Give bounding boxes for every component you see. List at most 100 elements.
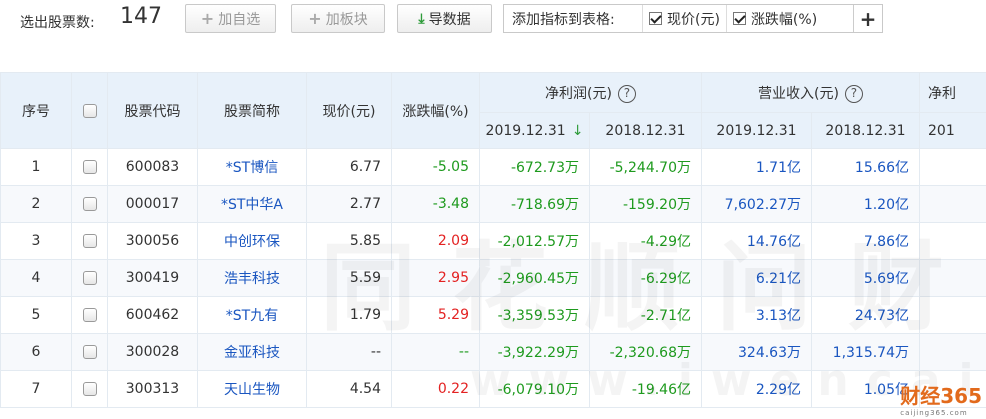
help-icon[interactable]: ? [617,84,636,103]
row-checkbox[interactable] [82,160,97,174]
cell-stock-name-link[interactable]: 浩丰科技 [197,259,307,297]
add-to-watchlist-button[interactable]: + 加自选 [185,4,276,33]
indicator-price-label: 现价(元) [667,11,720,28]
header-more-net-profit[interactable]: 净利 [919,72,986,113]
checkbox-checked-icon[interactable] [732,12,746,25]
cell-select [71,333,108,371]
indicator-title: 添加指标到表格: [512,11,615,28]
logo-subtext: caijing365.com [900,409,968,417]
cell-net-profit-2019: -2,960.45万 [479,259,590,297]
add-indicator-button[interactable]: + [853,5,882,32]
table-row[interactable]: 7 300313 天山生物 4.54 0.22 -6,079.10万 -19.46亿 2.29… [0,370,986,408]
header-code[interactable]: 股票代码 [107,72,198,149]
select-all-checkbox[interactable] [82,103,97,118]
header-revenue[interactable]: 营业收入(元)? [701,72,920,113]
cell-stock-name-link[interactable]: 天山生物 [197,370,307,408]
toolbar: 选出股票数: 147 + 加自选 + 加板块 ⤓ 导数据 添加指标到表格: 现价… [0,0,986,44]
cell-revenue-2019: 324.63万 [701,333,812,371]
indicator-change-label: 涨跌幅(%) [750,11,818,28]
header-change[interactable]: 涨跌幅(%) [391,72,480,149]
cell-stock-name-link[interactable]: *ST九有 [197,296,307,334]
row-checkbox[interactable] [82,234,97,248]
cell-change: -5.05 [391,148,480,186]
cell-revenue-2018: 1,315.74万 [811,333,920,371]
header-date-more[interactable]: 201 [919,112,986,149]
cell-price: 1.79 [306,296,392,334]
cell-change: 2.95 [391,259,480,297]
cell-net-profit-2019: -2,012.57万 [479,222,590,260]
indicator-option-price[interactable]: 现价(元) [642,5,726,32]
cell-net-profit-2019: -672.73万 [479,148,590,186]
cell-index: 6 [0,333,72,371]
cell-revenue-2018: 1.20亿 [811,185,920,223]
cell-price: 5.59 [306,259,392,297]
cell-code: 300419 [107,259,198,297]
header-date-label: 2019.12.31 [485,122,566,139]
cell-revenue-2019: 2.29亿 [701,370,812,408]
row-checkbox[interactable] [82,308,97,322]
header-date-np-2018[interactable]: 2018.12.31 [589,112,702,149]
header-index[interactable]: 序号 [0,72,72,149]
cell-index: 3 [0,222,72,260]
cell-select [71,370,108,408]
cell-stock-name-link[interactable]: *ST中华A [197,185,307,223]
cell-net-profit-2018: -4.29亿 [589,222,702,260]
cell-net-profit-2018: -19.46亿 [589,370,702,408]
table-row[interactable]: 5 600462 *ST九有 1.79 5.29 -3,359.53万 -2.71亿 3.13… [0,296,986,334]
indicator-option-change[interactable]: 涨跌幅(%) [725,5,823,32]
cell-select [71,222,108,260]
header-net-profit[interactable]: 净利润(元)? [479,72,702,113]
row-checkbox[interactable] [82,271,97,285]
help-icon[interactable]: ? [844,84,863,103]
checkbox-checked-icon[interactable] [649,12,662,25]
sort-down-arrow-icon[interactable]: ↓ [572,123,584,139]
header-name[interactable]: 股票简称 [197,72,307,149]
row-checkbox[interactable] [82,382,97,396]
table-row[interactable]: 3 300056 中创环保 5.85 2.09 -2,012.57万 -4.29亿 14.76… [0,222,986,260]
cell-index: 2 [0,185,72,223]
cell-select [71,259,108,297]
add-to-block-button[interactable]: + 加板块 [291,4,385,33]
cell-stock-name-link[interactable]: *ST博信 [197,148,307,186]
row-checkbox[interactable] [82,197,97,211]
cell-more [919,259,986,297]
download-icon: ⤓ [418,10,425,27]
header-select-all [71,72,108,149]
indicator-selector: 添加指标到表格: 现价(元) 涨跌幅(%) + [503,4,883,33]
cell-stock-name-link[interactable]: 金亚科技 [197,333,307,371]
cell-index: 1 [0,148,72,186]
logo-text: 财经365 [900,384,982,408]
table-row[interactable]: 2 000017 *ST中华A 2.77 -3.48 -718.69万 -159.20万 7,… [0,185,986,223]
cell-code: 600083 [107,148,198,186]
header-net-profit-label: 净利润(元) [545,85,612,102]
header-date-rev-2018[interactable]: 2018.12.31 [811,112,920,149]
cell-code: 300028 [107,333,198,371]
cell-select [71,148,108,186]
cell-revenue-2018: 24.73亿 [811,296,920,334]
cell-revenue-2019: 3.13亿 [701,296,812,334]
cell-revenue-2018: 15.66亿 [811,148,920,186]
stock-count-value: 147 [120,4,162,29]
cell-net-profit-2019: -718.69万 [479,185,590,223]
table-row[interactable]: 6 300028 金亚科技 -- -- -3,922.29万 -2,320.68万 324.6… [0,333,986,371]
export-data-button[interactable]: ⤓ 导数据 [397,4,492,33]
cell-net-profit-2018: -159.20万 [589,185,702,223]
cell-select [71,296,108,334]
cell-index: 5 [0,296,72,334]
cell-net-profit-2019: -3,922.29万 [479,333,590,371]
cell-index: 7 [0,370,72,408]
header-date-np-2019[interactable]: 2019.12.31 ↓ [479,112,590,149]
cell-change: 2.09 [391,222,480,260]
cell-more [919,222,986,260]
row-checkbox[interactable] [82,345,97,359]
table-row[interactable]: 4 300419 浩丰科技 5.59 2.95 -2,960.45万 -6.29亿 6.21亿… [0,259,986,297]
cell-more [919,296,986,334]
cell-select [71,185,108,223]
cell-price: -- [306,333,392,371]
plus-icon: + [308,9,322,28]
cell-stock-name-link[interactable]: 中创环保 [197,222,307,260]
header-date-rev-2019[interactable]: 2019.12.31 [701,112,812,149]
header-price[interactable]: 现价(元) [306,72,392,149]
table-row[interactable]: 1 600083 *ST博信 6.77 -5.05 -672.73万 -5,244.70万 1… [0,148,986,186]
site-logo: 财经365 caijing365.com [900,380,982,417]
